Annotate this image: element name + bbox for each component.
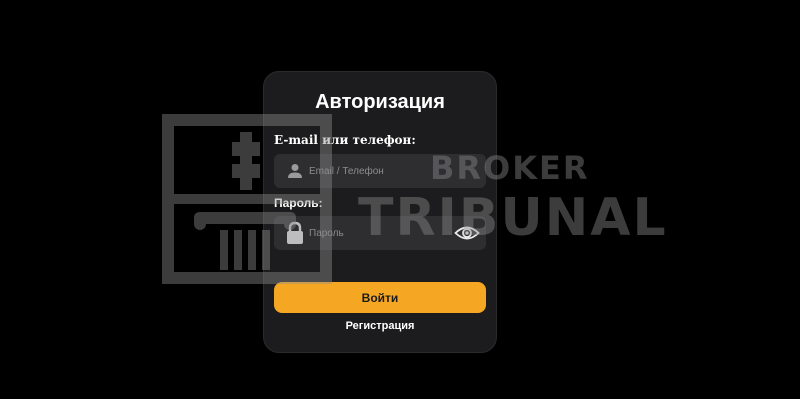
password-placeholder: Пароль <box>309 227 344 239</box>
email-label: E-mail или телефон: <box>274 133 416 147</box>
email-placeholder: Email / Телефон <box>309 165 384 177</box>
login-button[interactable]: Войти <box>274 282 486 313</box>
auth-card: Авторизация E-mail или телефон: Email / … <box>263 71 497 353</box>
page-title: Авторизация <box>315 91 445 113</box>
email-field[interactable]: Email / Телефон <box>274 154 486 188</box>
password-field[interactable]: Пароль <box>274 216 486 250</box>
password-label: Пароль: <box>274 196 323 210</box>
user-icon <box>284 160 306 182</box>
lock-icon <box>284 221 306 244</box>
page: Авторизация E-mail или телефон: Email / … <box>0 0 800 399</box>
register-link[interactable]: Регистрация <box>264 320 496 332</box>
eye-icon[interactable] <box>454 221 480 245</box>
